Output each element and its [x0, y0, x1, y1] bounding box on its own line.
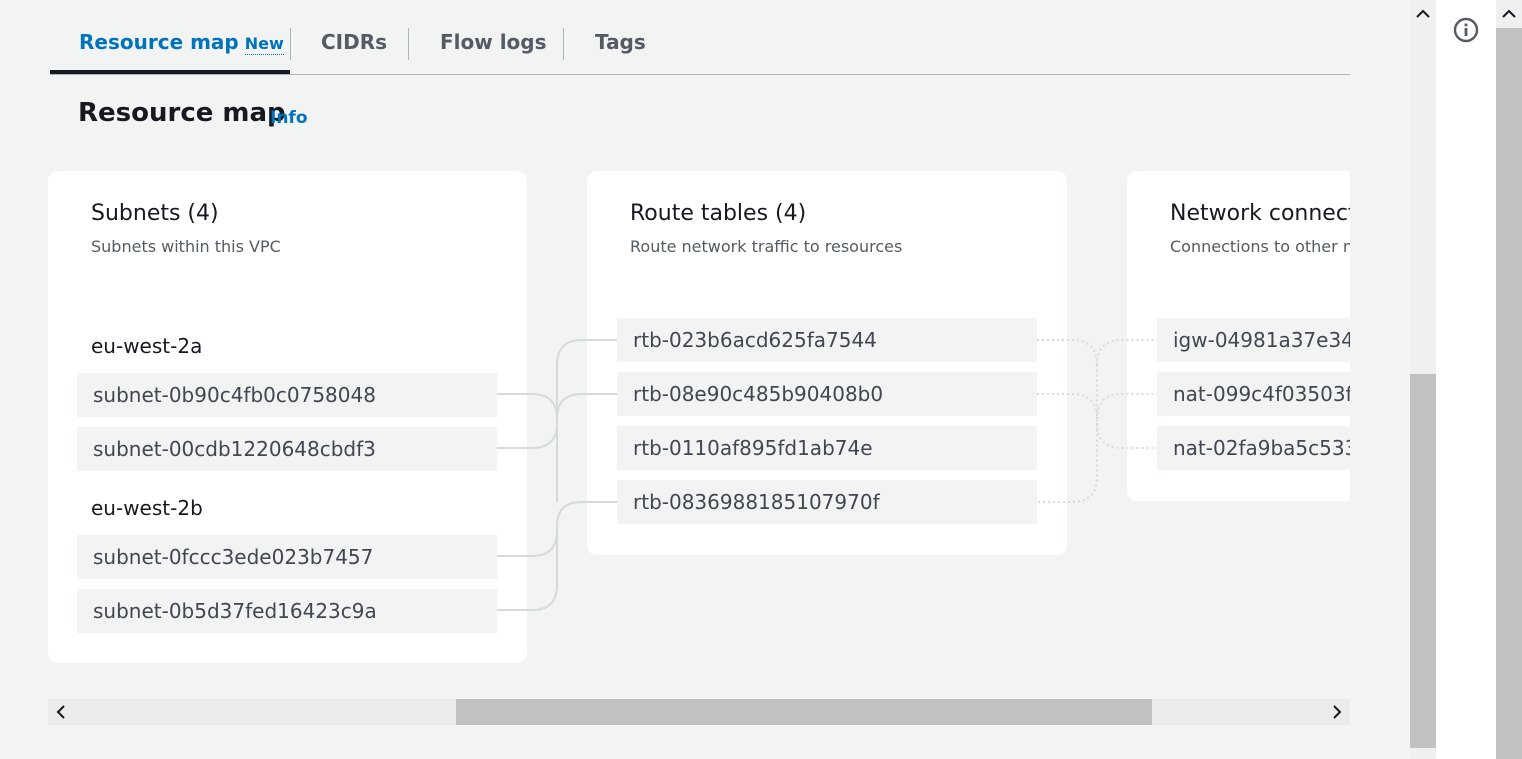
horizontal-scroll-thumb[interactable]: [456, 699, 1152, 725]
subnet-item[interactable]: subnet-00cdb1220648cbdf3: [77, 427, 497, 471]
subnets-card-subtitle: Subnets within this VPC: [91, 237, 281, 256]
subnets-card: Subnets (4) Subnets within this VPC eu-w…: [48, 171, 527, 663]
route-table-item[interactable]: rtb-023b6acd625fa7544: [617, 318, 1037, 362]
resource-map: Subnets (4) Subnets within this VPC eu-w…: [0, 160, 1350, 690]
active-tab-indicator: [50, 70, 290, 74]
tab-bar: Resource map New CIDRs Flow logs Tags: [50, 0, 1350, 75]
vertical-scroll-thumb[interactable]: [1410, 374, 1436, 748]
tab-divider: [408, 28, 409, 60]
tab-flow-logs[interactable]: Flow logs: [440, 30, 547, 54]
chevron-left-icon[interactable]: [51, 702, 71, 722]
subnet-item[interactable]: subnet-0fccc3ede023b7457: [77, 535, 497, 579]
subnet-item[interactable]: subnet-0b5d37fed16423c9a: [77, 589, 497, 633]
route-table-item[interactable]: rtb-0836988185107970f: [617, 480, 1037, 524]
info-circle-icon[interactable]: [1452, 16, 1480, 44]
network-connection-item[interactable]: nat-099c4f03503f: [1157, 372, 1350, 416]
network-connections-card-subtitle: Connections to other networks: [1170, 237, 1350, 256]
horizontal-scrollbar[interactable]: [48, 699, 1350, 725]
tools-panel-scroll-thumb[interactable]: [1496, 28, 1522, 759]
tab-divider: [290, 28, 291, 60]
tab-cidrs[interactable]: CIDRs: [321, 30, 387, 54]
network-connection-item[interactable]: igw-04981a37e34: [1157, 318, 1350, 362]
tab-resource-map-label: Resource map: [79, 30, 239, 54]
new-badge: New: [244, 34, 284, 55]
availability-zone-label: eu-west-2a: [91, 334, 203, 358]
tab-resource-map[interactable]: Resource map New: [79, 30, 284, 55]
tab-tags[interactable]: Tags: [595, 30, 646, 54]
tools-panel: [1436, 0, 1496, 759]
chevron-right-icon[interactable]: [1327, 702, 1347, 722]
page-title: Resource map: [78, 98, 286, 128]
subnet-item[interactable]: subnet-0b90c4fb0c0758048: [77, 373, 497, 417]
route-table-item[interactable]: rtb-0110af895fd1ab74e: [617, 426, 1037, 470]
tools-panel-scrollbar[interactable]: [1496, 0, 1522, 759]
tab-divider: [563, 28, 564, 60]
network-connection-item[interactable]: nat-02fa9ba5c533: [1157, 426, 1350, 470]
vertical-scrollbar[interactable]: [1410, 0, 1436, 759]
network-connections-card-title: Network connections (3): [1170, 201, 1350, 226]
route-tables-card: Route tables (4) Route network traffic t…: [587, 171, 1067, 555]
availability-zone-label: eu-west-2b: [91, 496, 203, 520]
subnets-card-title: Subnets (4): [91, 201, 219, 226]
chevron-up-icon[interactable]: [1413, 4, 1433, 24]
chevron-up-icon[interactable]: [1499, 4, 1519, 24]
route-tables-card-title: Route tables (4): [630, 201, 807, 226]
network-connections-card: Network connections (3) Connections to o…: [1127, 171, 1350, 501]
route-tables-card-subtitle: Route network traffic to resources: [630, 237, 903, 256]
route-table-item[interactable]: rtb-08e90c485b90408b0: [617, 372, 1037, 416]
info-link[interactable]: Info: [270, 108, 308, 128]
